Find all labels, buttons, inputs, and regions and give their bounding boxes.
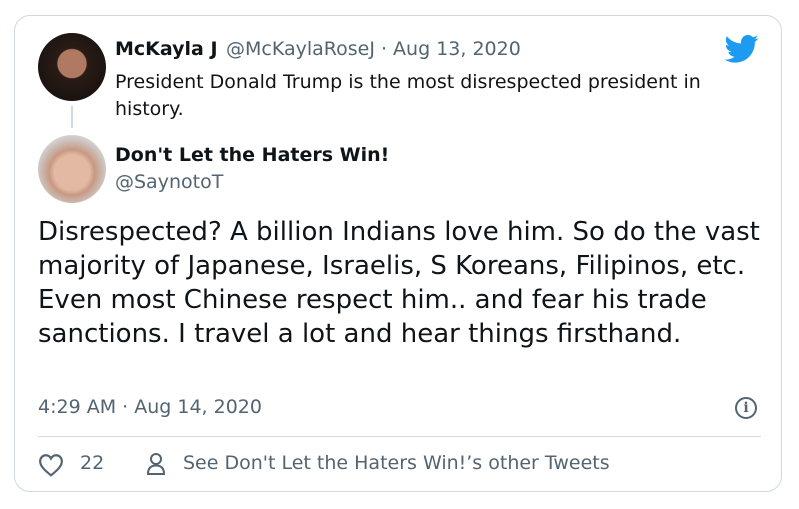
author-display-name[interactable]: Don't Let the Haters Win! [115,144,389,166]
quoted-display-name[interactable]: McKayla J [115,38,218,60]
see-other-tweets-link[interactable]: See Don't Let the Haters Win!’s other Tw… [183,452,610,474]
info-icon[interactable]: i [735,397,757,419]
divider [38,436,761,437]
avatar-haters[interactable] [38,135,106,203]
heart-icon[interactable] [38,453,64,477]
person-icon [146,453,166,475]
tweet-body: Disrespected? A billion Indians love him… [38,217,760,349]
like-count[interactable]: 22 [80,452,104,474]
quoted-handle-date[interactable]: @McKaylaRoseJ · Aug 13, 2020 [226,38,521,60]
avatar-mckayla[interactable] [38,33,106,101]
author-handle[interactable]: @SaynotoT [115,171,223,193]
thread-connector [71,106,73,128]
tweet-timestamp[interactable]: 4:29 AM · Aug 14, 2020 [38,396,262,418]
twitter-bird-icon[interactable] [725,34,759,64]
quoted-tweet-text: President Donald Trump is the most disre… [115,71,701,120]
